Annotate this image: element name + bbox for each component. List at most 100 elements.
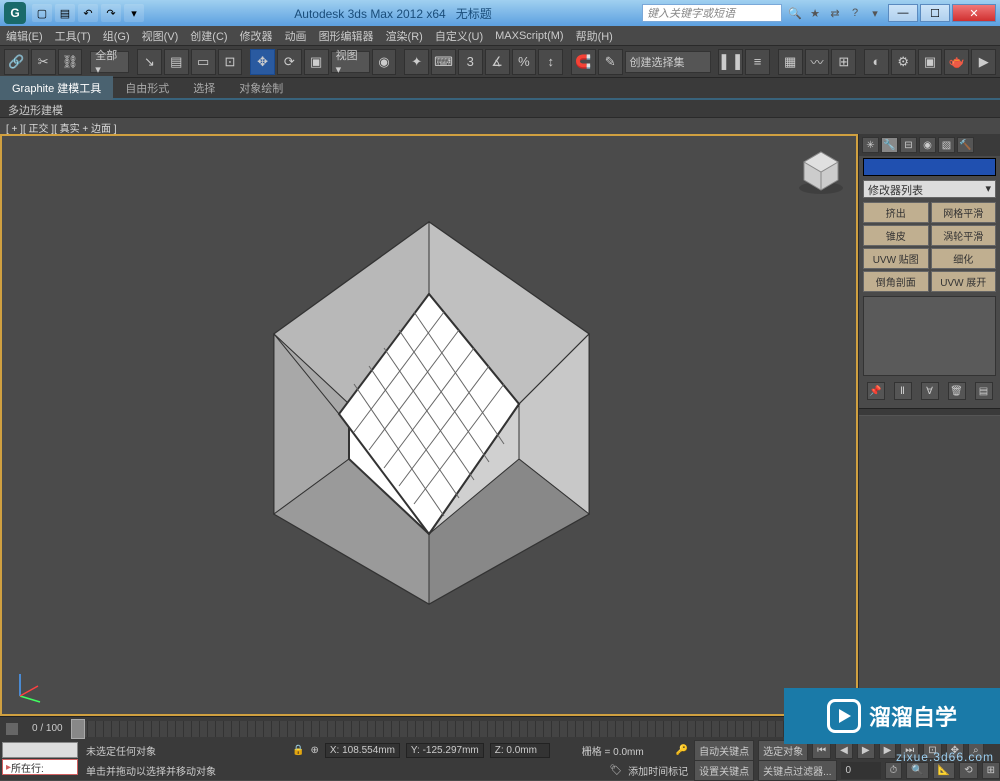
qat-redo-icon[interactable]: ↷ bbox=[101, 4, 121, 22]
coord-y[interactable]: Y: -125.297mm bbox=[406, 743, 484, 758]
menu-edit[interactable]: 编辑(E) bbox=[6, 28, 43, 44]
window-crossing-icon[interactable]: ⊡ bbox=[218, 49, 243, 75]
layers-icon[interactable]: ▦ bbox=[778, 49, 803, 75]
qat-open-icon[interactable]: ▤ bbox=[55, 4, 75, 22]
tab-create-icon[interactable]: ✳ bbox=[862, 137, 879, 153]
btn-tessellate[interactable]: 细化 bbox=[931, 248, 997, 269]
script-output[interactable] bbox=[2, 742, 78, 758]
maximize-button[interactable]: ☐ bbox=[920, 4, 950, 22]
keyboard-icon[interactable]: ⌨ bbox=[431, 49, 456, 75]
btn-turbosmooth[interactable]: 涡轮平滑 bbox=[931, 225, 997, 246]
fov-icon[interactable]: 📐 bbox=[933, 762, 955, 779]
menu-graph-editors[interactable]: 图形编辑器 bbox=[319, 28, 374, 44]
autokey-button[interactable]: 自动关键点 bbox=[694, 740, 754, 761]
make-unique-icon[interactable]: ∀ bbox=[921, 382, 939, 400]
zoom-icon[interactable]: 🔍 bbox=[906, 762, 928, 779]
goto-start-icon[interactable]: ⏮ bbox=[812, 742, 831, 759]
move-icon[interactable]: ✥ bbox=[250, 49, 275, 75]
exchange-icon[interactable]: ⇄ bbox=[826, 4, 844, 22]
help-icon[interactable]: ? bbox=[846, 4, 864, 22]
configure-sets-icon[interactable]: ▤ bbox=[975, 382, 993, 400]
rotate-icon[interactable]: ⟳ bbox=[277, 49, 302, 75]
setkey-button[interactable]: 设置关键点 bbox=[694, 760, 754, 781]
btn-lathe[interactable]: 锥皮 bbox=[863, 225, 929, 246]
ribbon-group[interactable]: 多边形建模 bbox=[0, 100, 1000, 118]
menu-customize[interactable]: 自定义(U) bbox=[435, 28, 483, 44]
tab-object-paint[interactable]: 对象绘制 bbox=[227, 76, 295, 100]
btn-unwrap[interactable]: UVW 展开 bbox=[931, 271, 997, 292]
percent-snap-icon[interactable]: % bbox=[512, 49, 537, 75]
panel-divider[interactable] bbox=[859, 408, 1000, 416]
time-slider[interactable] bbox=[71, 719, 85, 739]
key-filters-button[interactable]: 关键点过滤器... bbox=[758, 760, 836, 781]
time-tag-icon[interactable]: 🏷 bbox=[609, 765, 622, 776]
render-icon[interactable]: ▶ bbox=[971, 49, 996, 75]
link-icon[interactable]: 🔗 bbox=[4, 49, 29, 75]
named-selection-set[interactable]: 创建选择集 bbox=[625, 51, 711, 73]
schematic-icon[interactable]: ⊞ bbox=[831, 49, 856, 75]
select-icon[interactable]: ↘ bbox=[137, 49, 162, 75]
pivot-icon[interactable]: ◉ bbox=[372, 49, 397, 75]
orbit-icon[interactable]: ⟲ bbox=[959, 762, 977, 779]
tab-display-icon[interactable]: ▧ bbox=[938, 137, 955, 153]
bind-icon[interactable]: ⛓ bbox=[58, 49, 83, 75]
frame-input[interactable]: 0 bbox=[841, 762, 881, 779]
modifier-list[interactable]: 修改器列表▾ bbox=[863, 180, 996, 198]
viewport[interactable] bbox=[0, 134, 858, 716]
coord-x[interactable]: X: 108.554mm bbox=[325, 743, 400, 758]
tab-freeform[interactable]: 自由形式 bbox=[113, 76, 181, 100]
render-prod-icon[interactable]: 🫖 bbox=[944, 49, 969, 75]
tab-selection[interactable]: 选择 bbox=[181, 76, 227, 100]
menu-create[interactable]: 创建(C) bbox=[190, 28, 227, 44]
qat-more-icon[interactable]: ▾ bbox=[124, 4, 144, 22]
btn-meshsmooth[interactable]: 网格平滑 bbox=[931, 202, 997, 223]
star-icon[interactable]: ★ bbox=[806, 4, 824, 22]
render-frame-icon[interactable]: ▣ bbox=[918, 49, 943, 75]
viewcube[interactable] bbox=[796, 146, 846, 196]
edit-named-sel-icon[interactable]: ✎ bbox=[598, 49, 623, 75]
pin-stack-icon[interactable]: 📌 bbox=[867, 382, 885, 400]
menu-group[interactable]: 组(G) bbox=[103, 28, 130, 44]
search-input[interactable]: 键入关键字或短语 bbox=[642, 4, 782, 22]
ref-coord-system[interactable]: 视图 ▾ bbox=[331, 51, 370, 73]
object-color-swatch[interactable] bbox=[863, 158, 996, 176]
btn-uvwmap[interactable]: UVW 贴图 bbox=[863, 248, 929, 269]
material-editor-icon[interactable]: ◐ bbox=[864, 49, 889, 75]
menu-modifiers[interactable]: 修改器 bbox=[240, 28, 273, 44]
script-input[interactable]: ▸ 所在行: bbox=[2, 759, 78, 775]
menu-view[interactable]: 视图(V) bbox=[142, 28, 179, 44]
tab-hierarchy-icon[interactable]: ⊟ bbox=[900, 137, 917, 153]
play-icon[interactable]: ▶ bbox=[857, 742, 875, 759]
close-button[interactable]: ✕ bbox=[952, 4, 996, 22]
btn-bevelprofile[interactable]: 倒角剖面 bbox=[863, 271, 929, 292]
menu-maxscript[interactable]: MAXScript(M) bbox=[495, 30, 563, 42]
dropdown-icon[interactable]: ▾ bbox=[866, 4, 884, 22]
select-name-icon[interactable]: ▤ bbox=[164, 49, 189, 75]
selection-filter[interactable]: 全部 ▾ bbox=[90, 51, 129, 73]
lock-icon[interactable]: 🔒 bbox=[292, 745, 304, 756]
coord-z[interactable]: Z: 0.0mm bbox=[490, 743, 550, 758]
qat-undo-icon[interactable]: ↶ bbox=[78, 4, 98, 22]
menu-animation[interactable]: 动画 bbox=[285, 28, 307, 44]
qat-new-icon[interactable]: ▢ bbox=[32, 4, 52, 22]
menu-tools[interactable]: 工具(T) bbox=[55, 28, 91, 44]
select-region-icon[interactable]: ▭ bbox=[191, 49, 216, 75]
scale-icon[interactable]: ▣ bbox=[304, 49, 329, 75]
remove-mod-icon[interactable]: 🗑 bbox=[948, 382, 966, 400]
tab-motion-icon[interactable]: ◉ bbox=[919, 137, 936, 153]
prev-frame-icon[interactable]: ◀ bbox=[835, 742, 853, 759]
render-setup-icon[interactable]: ⚙ bbox=[891, 49, 916, 75]
show-end-result-icon[interactable]: Ⅱ bbox=[894, 382, 912, 400]
align-icon[interactable]: ≡ bbox=[745, 49, 770, 75]
snap-3-icon[interactable]: 3 bbox=[458, 49, 483, 75]
tab-modify-icon[interactable]: 🔧 bbox=[881, 137, 898, 153]
time-config-icon[interactable]: ⏱ bbox=[885, 762, 903, 779]
app-icon[interactable]: G bbox=[4, 2, 26, 24]
unlink-icon[interactable]: ✂ bbox=[31, 49, 56, 75]
maximize-viewport-icon[interactable]: ⊞ bbox=[982, 762, 1000, 779]
btn-extrude[interactable]: 挤出 bbox=[863, 202, 929, 223]
modifier-stack[interactable] bbox=[863, 296, 996, 376]
tab-graphite[interactable]: Graphite 建模工具 bbox=[0, 76, 113, 100]
angle-snap-icon[interactable]: ∡ bbox=[485, 49, 510, 75]
coord-mode-icon[interactable]: ⊕ bbox=[310, 745, 318, 756]
